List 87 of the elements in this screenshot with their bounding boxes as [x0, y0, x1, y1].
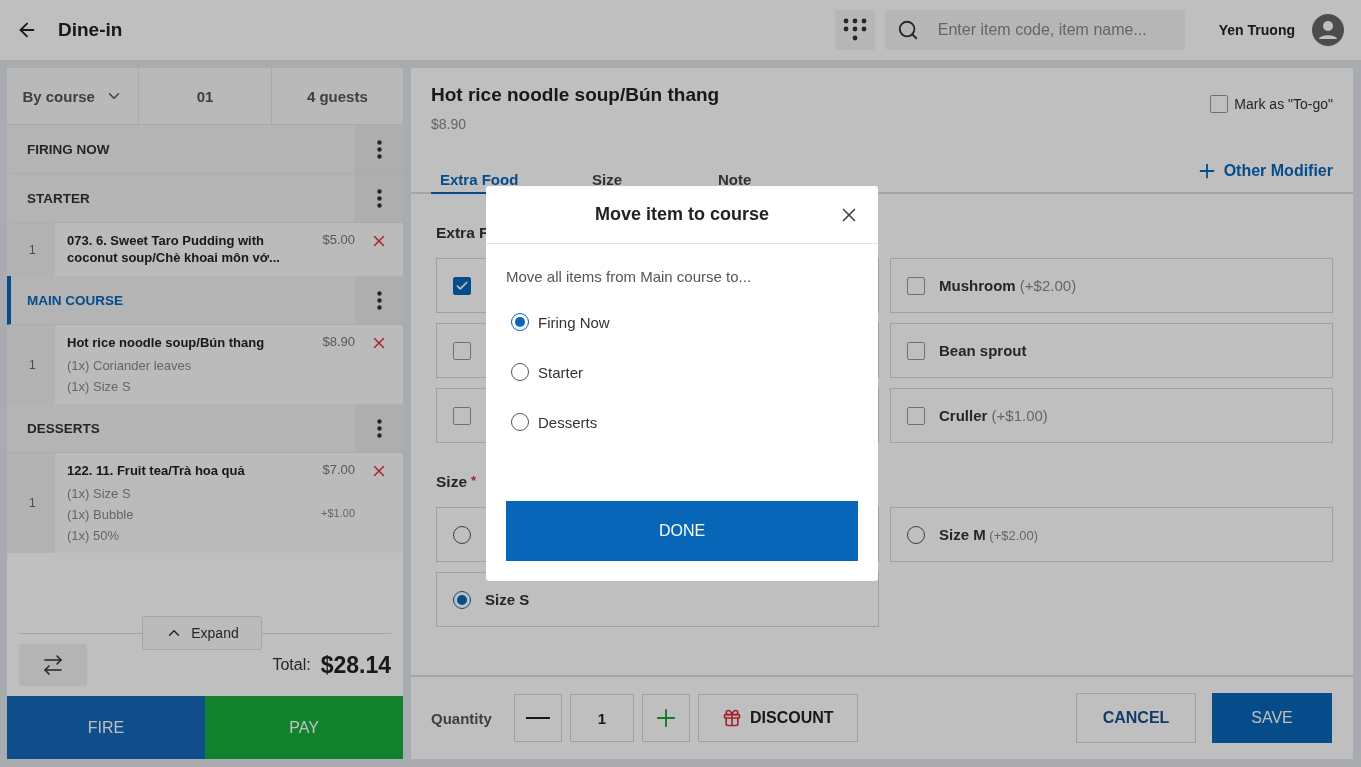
quantity-label: 1: [7, 453, 55, 553]
done-button[interactable]: DONE: [506, 501, 858, 561]
section-heading: Size: [436, 473, 467, 491]
checkbox[interactable]: [907, 406, 925, 425]
extra-option[interactable]: Mushroom (+$2.00): [890, 258, 1333, 313]
option-label: Mushroom (+$2.00): [939, 277, 1077, 294]
page-title: Dine-in: [58, 19, 124, 41]
option-label: Bean sprout: [939, 342, 1027, 359]
search-field[interactable]: Enter item code, item name...: [884, 10, 1185, 50]
item-price: $5.00: [321, 232, 355, 247]
to-go-checkbox[interactable]: Mark as "To-go": [1210, 94, 1333, 114]
item-title: Hot rice noodle soup/Bún thang: [431, 84, 721, 106]
checkbox[interactable]: [453, 341, 471, 360]
keypad-icon: [841, 17, 868, 43]
checkbox[interactable]: [453, 406, 471, 425]
swap-button[interactable]: [19, 644, 87, 686]
course-header[interactable]: STARTER: [7, 174, 403, 223]
modifier-text: (1x) Coriander leaves: [67, 358, 193, 373]
expand-button[interactable]: Expand: [142, 616, 262, 650]
radio-button[interactable]: [453, 590, 471, 609]
dialog-prompt: Move all items from Main course to...: [506, 268, 753, 285]
quantity-label: 1: [7, 325, 55, 404]
guest-count[interactable]: 4 guests: [271, 68, 403, 124]
user-name: Yen Truong: [1218, 22, 1295, 38]
dialog-title: Move item to course: [594, 204, 769, 225]
minus-icon: [525, 717, 550, 719]
extra-option[interactable]: Bean sprout: [890, 323, 1333, 378]
item-name: 122. 11. Fruit tea/Trà hoa quả: [67, 462, 246, 479]
modifier-text: (1x) 50%: [67, 528, 121, 543]
save-button[interactable]: SAVE: [1212, 693, 1332, 743]
other-modifier-link[interactable]: Other Modifier: [1195, 160, 1333, 192]
discount-button[interactable]: DISCOUNT: [697, 694, 858, 742]
more-icon: [376, 418, 382, 438]
item-price: $8.90: [431, 116, 468, 132]
course-header[interactable]: MAIN COURSE: [7, 276, 403, 325]
radio-button[interactable]: [453, 525, 471, 544]
quantity-label: 1: [7, 223, 55, 276]
tab[interactable]: Note: [709, 171, 829, 194]
quantity-field[interactable]: 1: [569, 694, 634, 742]
cancel-button[interactable]: CANCEL: [1076, 693, 1196, 743]
item-name: Hot rice noodle soup/Bún thang: [67, 334, 266, 351]
order-item[interactable]: 1 Hot rice noodle soup/Bún thang $8.90 (1x) Coriander leaves (1x) Size S: [7, 325, 403, 404]
option-label: Cruller (+$1.00): [939, 407, 1048, 424]
more-button[interactable]: [355, 174, 403, 222]
item-price: $8.90: [321, 334, 355, 349]
plus-button[interactable]: [641, 694, 690, 742]
item-price: $7.00: [321, 462, 355, 477]
total-label: Total:: [272, 656, 311, 674]
modifier-price: +$1.00: [320, 507, 355, 519]
course-option[interactable]: Desserts: [506, 397, 858, 447]
size-option[interactable]: Size M (+$2.00): [890, 507, 1333, 562]
more-button[interactable]: [355, 276, 403, 324]
checkbox[interactable]: [453, 276, 471, 295]
total-amount: $28.14: [320, 651, 391, 679]
swap-icon: [41, 653, 65, 677]
required-mark: *: [471, 473, 477, 490]
order-item[interactable]: 1 122. 11. Fruit tea/Trà hoa quả $7.00 (1x) Size S (1x) Bubble +$1.00 (1x) 50%: [7, 453, 403, 553]
minus-button[interactable]: [513, 694, 562, 742]
item-name: 073. 6. Sweet Taro Pudding with coconut soup/Chè khoai môn vớ...: [67, 232, 281, 266]
table-number[interactable]: 01: [139, 68, 272, 124]
course-header[interactable]: FIRING NOW: [7, 125, 403, 174]
modifier-text: (1x) Size S: [67, 379, 132, 394]
keypad-button[interactable]: [834, 10, 875, 50]
more-button[interactable]: [355, 404, 403, 452]
tab[interactable]: Size: [583, 171, 709, 194]
more-icon: [376, 290, 382, 310]
modifier-text: (1x) Bubble: [67, 507, 135, 522]
more-icon: [376, 188, 382, 208]
fire-button[interactable]: FIRE: [7, 696, 205, 759]
option-label: Size S: [485, 591, 530, 608]
more-icon: [376, 139, 382, 159]
search-icon: [896, 19, 919, 41]
course-option[interactable]: Starter: [506, 347, 858, 397]
quantity-label: Quantity: [431, 709, 492, 727]
option-label: Size M (+$2.00): [939, 526, 1039, 543]
checkbox[interactable]: [907, 341, 925, 360]
extra-option[interactable]: Cruller (+$1.00): [890, 388, 1333, 443]
radio-button[interactable]: [907, 525, 925, 544]
checkbox[interactable]: [907, 276, 925, 295]
avatar-icon[interactable]: [1311, 13, 1345, 47]
more-button[interactable]: [355, 125, 403, 173]
gift-icon: [722, 708, 743, 728]
order-item[interactable]: 1 073. 6. Sweet Taro Pudding with coconut soup/Chè khoai môn vớ... $5.00: [7, 223, 403, 276]
course-header[interactable]: DESSERTS: [7, 404, 403, 453]
modifier-text: (1x) Size S: [67, 486, 132, 501]
course-mode-dropdown[interactable]: By course: [7, 68, 140, 124]
course-option[interactable]: Firing Now: [506, 297, 858, 347]
